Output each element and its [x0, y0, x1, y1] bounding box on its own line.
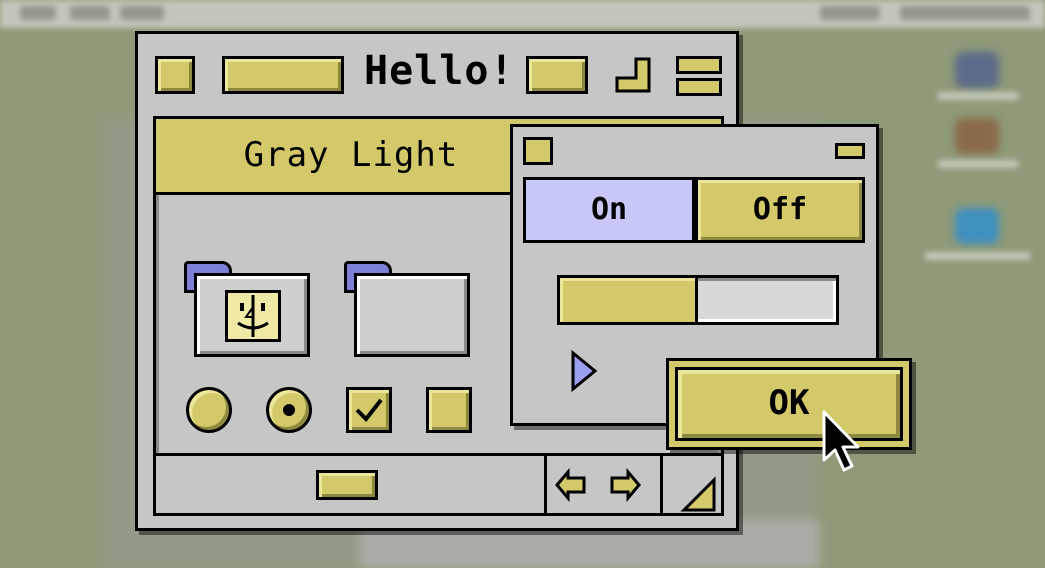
- menubar-item: [900, 6, 1030, 20]
- scroll-right-arrow-icon[interactable]: [608, 467, 642, 503]
- menubar-item: [20, 6, 56, 20]
- horizontal-scrollbar[interactable]: [156, 453, 721, 513]
- radio-dot: [283, 404, 295, 416]
- scroll-thumb[interactable]: [316, 470, 378, 500]
- desktop-icon-label: [938, 160, 1018, 168]
- progress-fill: [560, 278, 698, 322]
- window-title: Hello!: [364, 48, 515, 94]
- title-bar-stripe: [222, 56, 344, 94]
- close-box-icon[interactable]: [523, 137, 553, 165]
- desktop-menubar: [0, 0, 1045, 28]
- disclosure-triangle-icon[interactable]: [569, 349, 599, 393]
- desktop-disk-icon[interactable]: [955, 52, 999, 88]
- menubar-item: [120, 6, 164, 20]
- zoom-box-icon[interactable]: [614, 56, 652, 94]
- menubar-item: [70, 6, 110, 20]
- desktop-folder-icon[interactable]: [955, 208, 999, 244]
- menubar-item: [820, 6, 880, 20]
- finder-face-icon: [225, 290, 281, 342]
- desktop-icon-label: [925, 252, 1030, 260]
- desktop-app-icon[interactable]: [955, 118, 999, 154]
- arrow-cursor-icon: [820, 408, 868, 480]
- title-bar-stripe-right: [526, 56, 588, 94]
- checkbox-unchecked[interactable]: [426, 387, 472, 433]
- radio-button-selected[interactable]: [266, 387, 312, 433]
- scrollbar-divider: [544, 456, 547, 513]
- collapse-box-icon[interactable]: [835, 143, 865, 159]
- title-bar[interactable]: Hello!: [138, 34, 736, 114]
- checkbox-checked[interactable]: [346, 387, 392, 433]
- blank-icon-button[interactable]: [354, 273, 470, 357]
- scrollbar-divider: [660, 456, 663, 513]
- checkmark-icon: [355, 398, 383, 423]
- ok-button[interactable]: OK: [675, 367, 903, 441]
- window-shade-icon[interactable]: [676, 56, 722, 96]
- close-box-icon[interactable]: [155, 56, 195, 94]
- scroll-left-arrow-icon[interactable]: [554, 467, 588, 503]
- radio-button-unselected[interactable]: [186, 387, 232, 433]
- grow-box-icon[interactable]: [674, 470, 722, 518]
- ok-button-frame: OK: [666, 358, 912, 450]
- header-label: Gray Light: [243, 135, 459, 175]
- progress-bar: [557, 275, 839, 325]
- segment-off-button[interactable]: Off: [695, 177, 865, 243]
- desktop-icon-label: [938, 92, 1018, 100]
- finder-icon-button[interactable]: [194, 273, 310, 357]
- segment-on-button[interactable]: On: [523, 177, 695, 243]
